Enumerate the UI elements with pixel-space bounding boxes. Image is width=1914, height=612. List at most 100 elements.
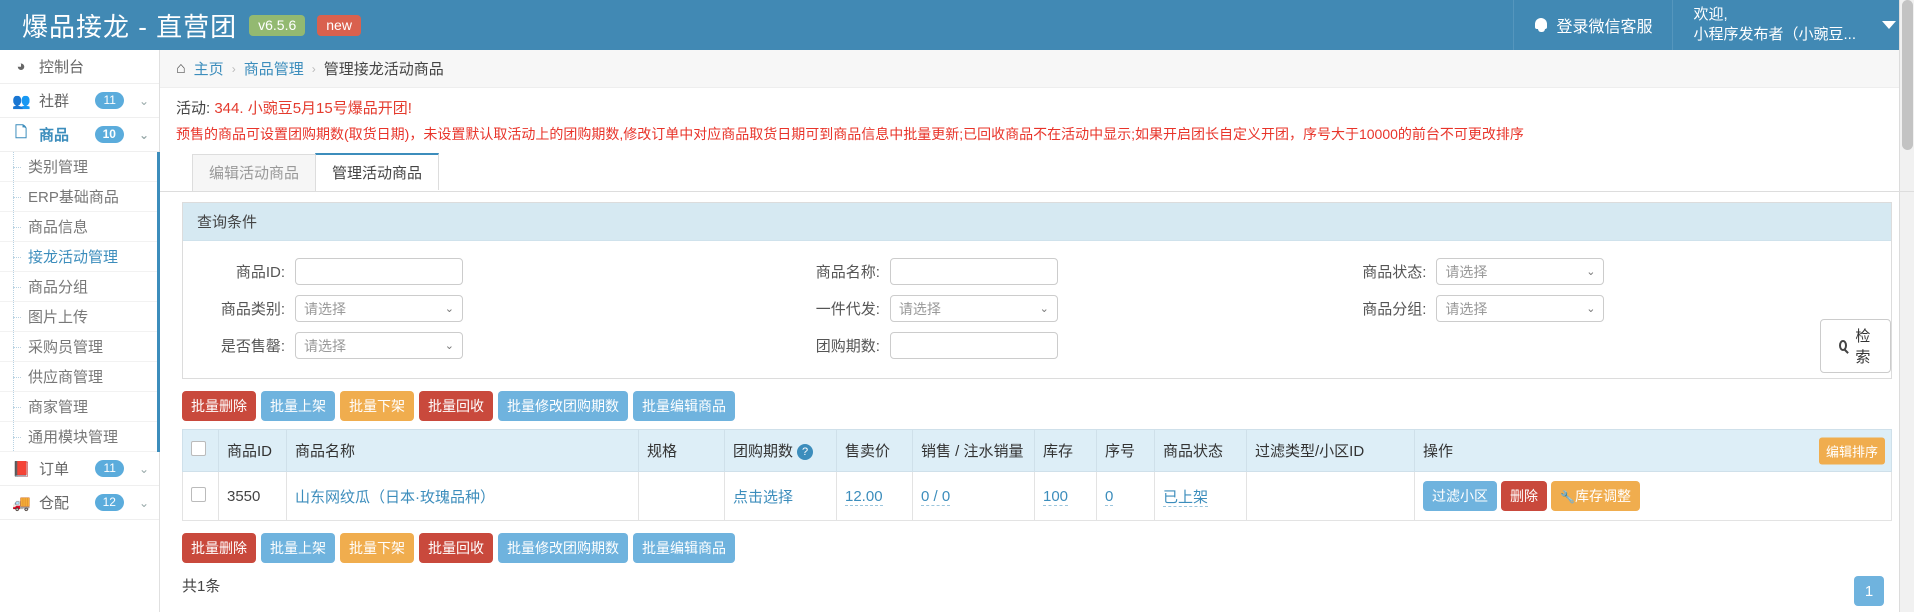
sidebar-sub-label: 通用模块管理 [28,429,119,446]
sold-out-select[interactable]: 请选择 ⌄ [295,332,463,359]
field-product-name: 商品名称: [798,258,1345,285]
bulk-edit-period-button[interactable]: 批量修改团购期数 [498,391,628,421]
bulk-unpublish-button[interactable]: 批量下架 [340,391,414,421]
tab-edit-activity-products[interactable]: 编辑活动商品 [192,154,317,191]
breadcrumb-home[interactable]: 主页 [194,58,224,79]
tab-manage-activity-products[interactable]: 管理活动商品 [315,153,440,190]
activity-warning: 预售的商品可设置团购期数(取货日期)，未设置默认取活动上的团购期数,修改订单中对… [176,126,1524,142]
bulk-edit-product-button[interactable]: 批量编辑商品 [633,391,735,421]
table-body: 3550 山东网纹瓜（日本·玫瑰品种） 点击选择 12.00 0 / 0 100… [182,471,1892,521]
bulk-delete-button[interactable]: 批量删除 [182,391,256,421]
field-label: 商品状态: [1362,264,1427,281]
bulk-recycle-button-bottom[interactable]: 批量回收 [419,533,493,563]
sidebar-item-products[interactable]: 🗋 商品 10 ⌄ [0,118,159,152]
sidebar-item-common-module[interactable]: 通用模块管理 [0,422,159,452]
scrollbar-thumb[interactable] [1902,0,1913,150]
sidebar-item-label: 控制台 [39,59,85,76]
status-value[interactable]: 已上架 [1163,488,1209,507]
truck-icon: 🚚 [12,494,31,512]
sales-value[interactable]: 0 / 0 [921,487,951,506]
th-operations-label: 操作 [1423,443,1454,460]
sidebar-item-product-info[interactable]: 商品信息 [0,212,159,242]
table-head: 商品ID 商品名称 规格 团购期数? 售卖价 销售 / 注水销量 库存 序号 商… [182,429,1892,472]
select-value: 请选择 [304,300,346,317]
field-sold-out: 是否售罄: 请选择 ⌄ [183,332,798,359]
page-scrollbar[interactable] [1899,0,1914,612]
product-id-input[interactable] [295,258,463,285]
stock-value[interactable]: 100 [1043,487,1069,506]
price-value[interactable]: 12.00 [845,487,883,506]
chevron-down-icon: ⌄ [138,127,149,142]
chevron-down-icon: ⌄ [138,495,149,510]
chevron-down-icon[interactable] [1882,21,1896,29]
sidebar-item-buyer-mgmt[interactable]: 采购员管理 [0,332,159,362]
bulk-recycle-button[interactable]: 批量回收 [419,391,493,421]
product-category-select[interactable]: 请选择 ⌄ [295,295,463,322]
question-mark-icon[interactable]: ? [797,444,814,461]
th-period-label: 团购期数 [733,443,794,460]
user-menu[interactable]: 欢迎, 小程序发布者（小豌豆... [1672,0,1914,50]
dropship-select[interactable]: 请选择 ⌄ [889,295,1058,322]
sidebar-item-erp-products[interactable]: ERP基础商品 [0,182,159,212]
activity-name: 344. 小豌豆5月15号爆品开团! [214,100,412,117]
stock-adjust-button[interactable]: 🔧库存调整 [1551,481,1640,511]
th-price: 售卖价 [836,429,913,472]
sidebar-item-image-upload[interactable]: 图片上传 [0,302,159,332]
sidebar-sub-label: ERP基础商品 [28,189,119,206]
th-select-all [182,429,219,472]
select-value: 请选择 [1445,300,1488,317]
edit-sort-button[interactable]: 编辑排序 [1818,437,1885,464]
product-name-input[interactable] [889,258,1058,285]
sidebar-item-orders[interactable]: 📕 订单 11 ⌄ [0,452,159,486]
breadcrumb-level2[interactable]: 商品管理 [244,58,304,79]
breadcrumb-current: 管理接龙活动商品 [323,61,444,78]
field-label: 一件代发: [815,301,880,318]
sidebar-item-warehouse[interactable]: 🚚 仓配 12 ⌄ [0,486,159,520]
bulk-unpublish-button-bottom[interactable]: 批量下架 [340,533,414,563]
stock-adjust-label: 库存调整 [1574,488,1631,504]
bulk-delete-button-bottom[interactable]: 批量删除 [182,533,256,563]
sidebar-sub-label: 商品信息 [28,219,89,236]
row-checkbox[interactable] [191,486,206,502]
cell-stock: 100 [1034,471,1097,521]
page-1-button[interactable]: 1 [1854,576,1884,606]
bulk-edit-period-button-bottom[interactable]: 批量修改团购期数 [498,533,628,563]
search-button[interactable]: 检 索 [1819,318,1891,373]
th-stock: 库存 [1034,429,1097,472]
sidebar-item-merchant-mgmt[interactable]: 商家管理 [0,392,159,422]
filter-community-button[interactable]: 过滤小区 [1423,481,1497,511]
th-status: 商品状态 [1154,429,1247,472]
cell-select [182,471,219,521]
bulk-edit-product-button-bottom[interactable]: 批量编辑商品 [633,533,735,563]
chevron-down-icon: ⌄ [1586,266,1596,278]
version-badge: v6.5.6 [249,14,306,36]
sidebar-item-supplier-mgmt[interactable]: 供应商管理 [0,362,159,392]
wrench-icon: 🔧 [1560,490,1575,504]
cell-period[interactable]: 点击选择 [724,471,837,521]
seq-value[interactable]: 0 [1105,487,1114,506]
user-info: 欢迎, 小程序发布者（小豌豆... [1693,5,1856,46]
page-body: ◕ 控制台 👥 社群 11 ⌄ 🗋 商品 10 ⌄ 类别管理 ERP基础商品 商… [0,50,1914,612]
sidebar-item-category-mgmt[interactable]: 类别管理 [0,152,159,182]
sidebar-item-product-group[interactable]: 商品分组 [0,272,159,302]
file-icon: 🗋 [14,124,28,141]
select-value: 请选择 [898,300,941,317]
bulk-publish-button-bottom[interactable]: 批量上架 [261,533,335,563]
sidebar-item-activity-mgmt[interactable]: 接龙活动管理 [0,242,169,272]
wechat-support-button[interactable]: 登录微信客服 [1513,0,1672,50]
delete-button[interactable]: 删除 [1501,481,1547,511]
bulk-publish-button[interactable]: 批量上架 [261,391,335,421]
book-icon: 📕 [12,460,31,478]
chevron-down-icon: ⌄ [444,340,454,352]
cell-operations: 过滤小区 删除 🔧库存调整 [1414,471,1892,521]
query-panel: 查询条件 商品ID: 商品名称: 商品状态: 请选择 ⌄ 商品类别: 请选择 ⌄… [182,202,1892,379]
th-product-id: 商品ID [218,429,287,472]
sidebar-item-dashboard[interactable]: ◕ 控制台 [0,50,159,84]
field-product-category: 商品类别: 请选择 ⌄ [183,295,798,322]
select-all-checkbox[interactable] [191,441,206,456]
sidebar-item-community[interactable]: 👥 社群 11 ⌄ [0,84,159,118]
cell-product-name[interactable]: 山东网纹瓜（日本·玫瑰品种） [286,471,639,521]
product-status-select[interactable]: 请选择 ⌄ [1436,258,1605,285]
cell-sales: 0 / 0 [912,471,1035,521]
group-period-input[interactable] [889,332,1058,359]
